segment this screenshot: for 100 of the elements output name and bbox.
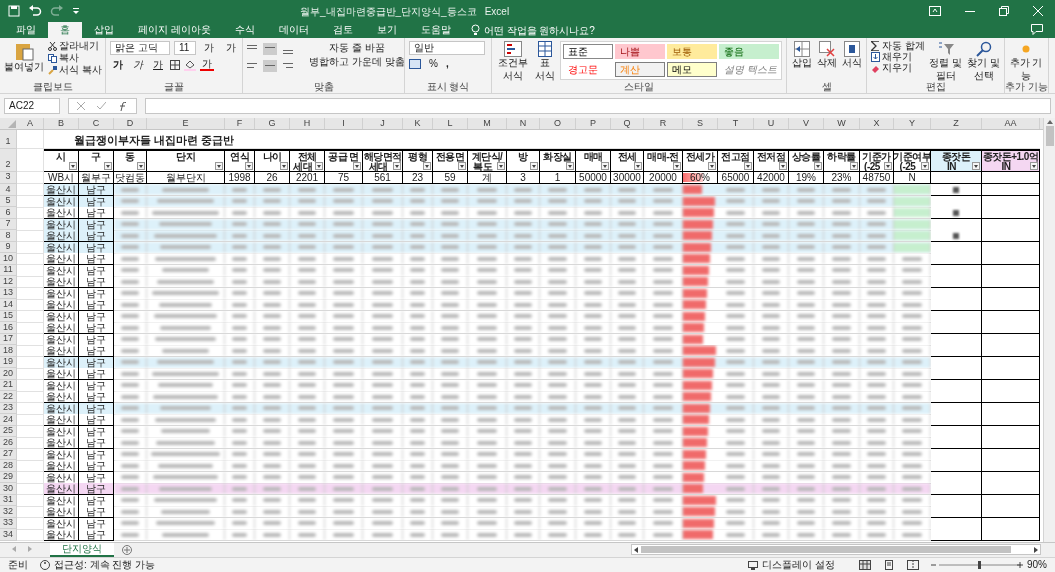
percent-button[interactable]: % xyxy=(429,59,438,69)
column-heading: 기준여부 xyxy=(894,152,930,162)
column-header[interactable]: P xyxy=(576,118,611,129)
table-cell: 울산시 xyxy=(44,276,79,288)
ribbon-button[interactable]: 삽입 xyxy=(791,41,812,70)
comma-button[interactable]: , xyxy=(445,59,449,69)
ribbon-button[interactable]: 추가 기능 xyxy=(1009,41,1043,81)
table-cell: 남구 xyxy=(79,391,114,403)
table-cell: 울산시 xyxy=(44,299,79,311)
ribbon-button[interactable]: 서식 xyxy=(841,41,862,70)
number-format-field[interactable]: 일반 xyxy=(409,41,485,55)
ribbon-tab[interactable]: 데이터 xyxy=(266,22,321,38)
row-header[interactable]: 34 xyxy=(0,529,17,541)
bold-button[interactable]: 가 xyxy=(110,60,126,70)
wrap-text-button[interactable]: 자동 줄 바꿈 xyxy=(309,43,404,53)
merge-center-button[interactable]: 병합하고 가운데 맞춤 xyxy=(309,57,404,67)
display-settings-button[interactable]: 디스플레이 설정 xyxy=(762,560,835,570)
row-header[interactable]: 1 xyxy=(0,130,17,149)
editing-item[interactable]: 자동 합계 xyxy=(871,41,925,51)
ribbon-button[interactable]: 정렬 및 필터 xyxy=(928,41,963,81)
font-name-field[interactable]: 맑은 고딕 xyxy=(110,41,170,55)
row-header[interactable]: 26 xyxy=(0,437,17,449)
row-header[interactable]: 16 xyxy=(0,322,17,334)
ribbon-tab[interactable]: 수식 xyxy=(222,22,267,38)
ribbon-tab[interactable]: 보기 xyxy=(364,22,409,38)
cell-style-option[interactable]: 나쁨 xyxy=(615,44,665,59)
ribbon-tab[interactable]: 도움말 xyxy=(408,22,463,38)
ribbon-tab[interactable]: 페이지 레이아웃 xyxy=(126,22,223,38)
column-header[interactable]: Z xyxy=(931,118,982,129)
ribbon-tab[interactable]: 삽입 xyxy=(82,22,126,38)
row-header[interactable]: 6 xyxy=(0,207,17,219)
column-header[interactable]: I xyxy=(325,118,363,129)
row-header[interactable]: 10 xyxy=(0,253,17,265)
row-header[interactable]: 30 xyxy=(0,483,17,495)
clipboard-item[interactable]: 잘라내기 xyxy=(48,41,102,51)
tell-me-search[interactable]: 어떤 작업을 원하시나요? xyxy=(483,22,595,38)
column-header[interactable]: S xyxy=(683,118,718,129)
zoom-level[interactable]: 90% xyxy=(1027,560,1047,570)
ribbon-tab[interactable]: 홈 xyxy=(48,22,82,38)
column-header[interactable]: M xyxy=(468,118,507,129)
row-header[interactable]: 20 xyxy=(0,368,17,380)
column-header[interactable]: Y xyxy=(894,118,931,129)
paste-button[interactable]: 붙여넣기 xyxy=(4,41,44,74)
column-heading: 기준가 xyxy=(862,152,891,162)
column-header[interactable]: X xyxy=(860,118,894,129)
column-header[interactable]: K xyxy=(403,118,433,129)
increase-font-button[interactable]: 가 xyxy=(200,41,218,55)
column-header[interactable]: E xyxy=(147,118,225,129)
conditional-format-button[interactable]: 조건부 서식 xyxy=(496,41,530,81)
column-header[interactable]: T xyxy=(718,118,754,129)
row-header[interactable]: 4 xyxy=(0,184,17,196)
column-header[interactable]: D xyxy=(114,118,147,129)
name-box[interactable]: AC22 xyxy=(4,98,60,114)
cell-style-option[interactable]: 메모 xyxy=(667,62,717,77)
column-header[interactable]: A xyxy=(17,118,44,129)
clipboard-item[interactable]: 복사 xyxy=(48,53,102,63)
ribbon-button[interactable]: 찾기 및 선택 xyxy=(966,41,1001,81)
column-header[interactable]: R xyxy=(644,118,683,129)
clipboard-item[interactable]: 서식 복사 xyxy=(48,65,102,75)
font-size-field[interactable]: 11 xyxy=(174,41,196,55)
column-header[interactable]: AA xyxy=(982,118,1040,129)
accessibility-status[interactable]: 접근성: 계속 진행 가능 xyxy=(54,560,156,570)
font-color-button[interactable]: 가 xyxy=(200,59,214,71)
cell-style-option[interactable]: 좋음 xyxy=(719,44,779,59)
underline-button[interactable]: 가 xyxy=(150,60,166,70)
row-header[interactable]: 8 xyxy=(0,230,17,242)
column-header[interactable]: W xyxy=(824,118,860,129)
column-header[interactable]: L xyxy=(433,118,468,129)
row-header[interactable]: 28 xyxy=(0,460,17,472)
column-header[interactable]: J xyxy=(363,118,403,129)
column-header[interactable]: H xyxy=(290,118,325,129)
sheet-tab[interactable]: 단지양식 xyxy=(50,543,114,557)
italic-button[interactable]: 가 xyxy=(130,60,146,70)
row-header[interactable]: 2 xyxy=(0,149,17,172)
decrease-font-button[interactable]: 가 xyxy=(222,41,240,55)
column-header[interactable]: G xyxy=(255,118,290,129)
row-header[interactable]: 12 xyxy=(0,276,17,288)
column-header[interactable]: F xyxy=(225,118,255,129)
editing-item[interactable]: 지우기 xyxy=(871,63,925,73)
column-header[interactable]: C xyxy=(79,118,114,129)
column-header[interactable]: O xyxy=(540,118,576,129)
format-table-button[interactable]: 표 서식 xyxy=(534,41,556,81)
cell-style-option[interactable]: 표준 xyxy=(563,44,613,59)
ribbon-tab[interactable]: 검토 xyxy=(320,22,365,38)
row-header[interactable]: 24 xyxy=(0,414,17,426)
row-header[interactable]: 22 xyxy=(0,391,17,403)
editing-item[interactable]: 채우기 xyxy=(871,52,925,62)
row-header[interactable]: 32 xyxy=(0,506,17,518)
table-cell: 울산시 xyxy=(44,322,79,334)
ribbon-button[interactable]: 삭제 xyxy=(816,41,837,70)
column-header[interactable]: V xyxy=(789,118,824,129)
cell-style-option[interactable]: 보통 xyxy=(667,44,717,59)
ribbon-tab[interactable]: 파일 xyxy=(4,22,48,38)
row-header[interactable]: 18 xyxy=(0,345,17,357)
column-header[interactable]: U xyxy=(754,118,789,129)
column-header[interactable]: B xyxy=(44,118,79,129)
column-header[interactable]: Q xyxy=(611,118,644,129)
row-header[interactable]: 3 xyxy=(0,172,17,184)
column-header[interactable]: N xyxy=(507,118,540,129)
row-header[interactable]: 14 xyxy=(0,299,17,311)
